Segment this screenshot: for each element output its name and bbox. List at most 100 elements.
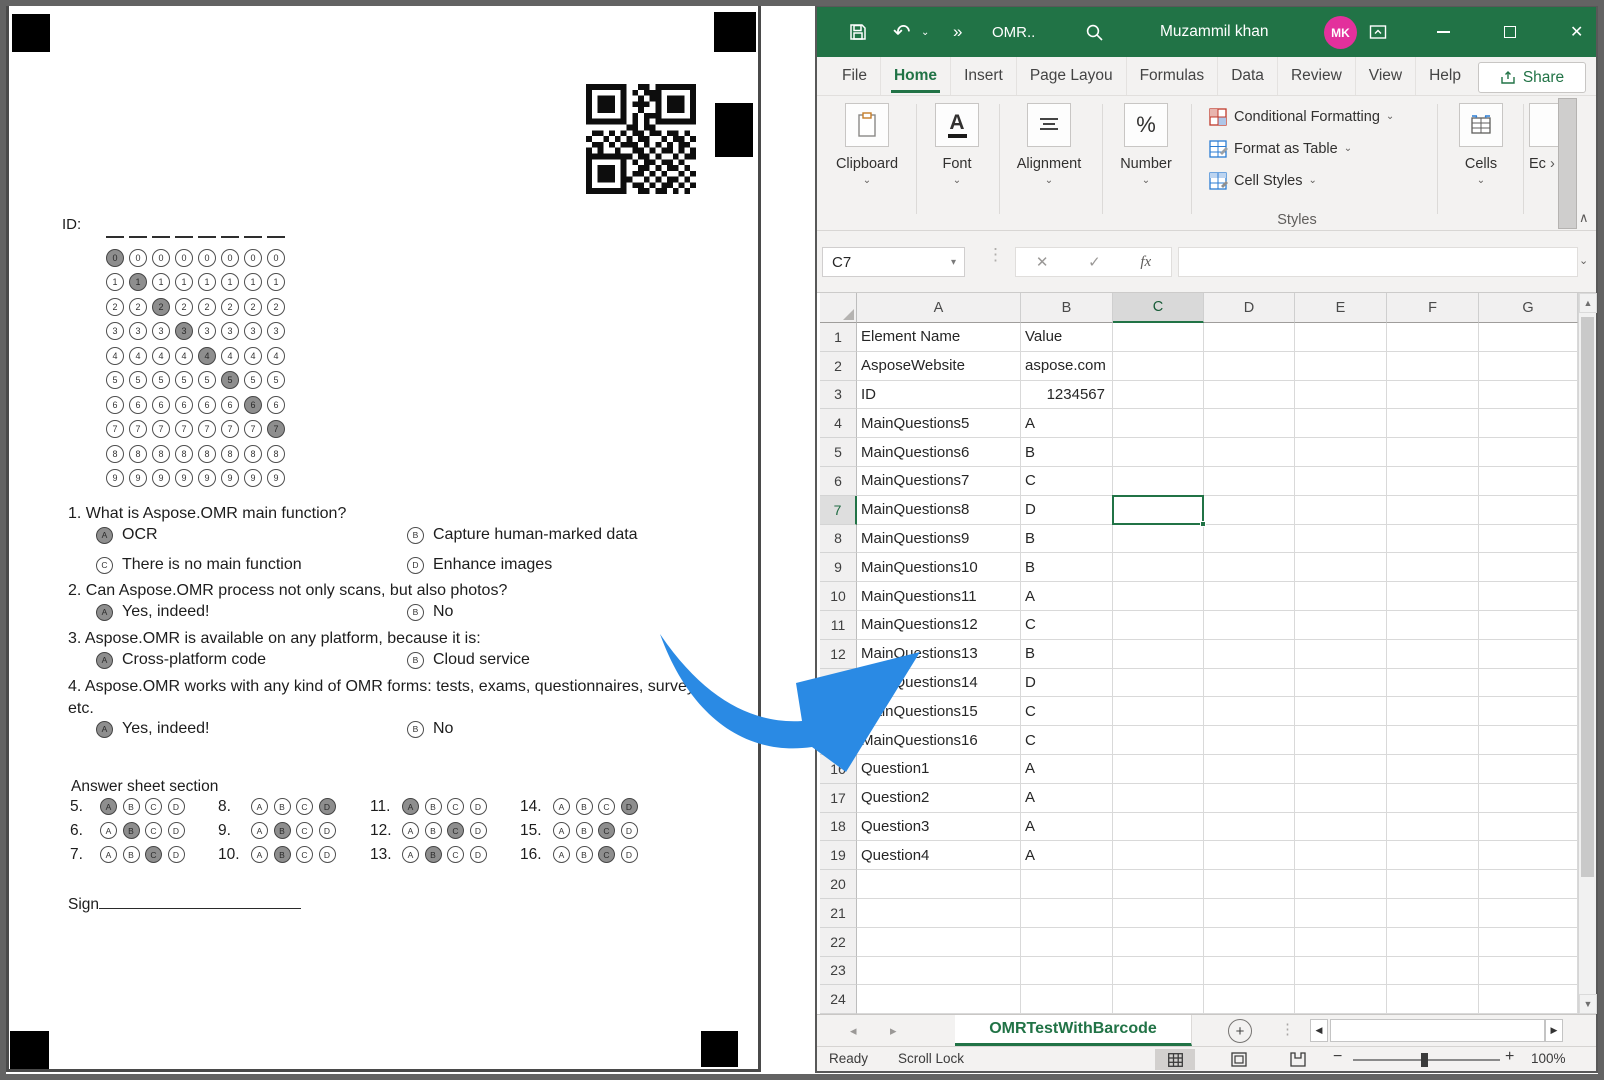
cell-A9[interactable]: MainQuestions10 [857,553,1021,582]
more-commands-icon[interactable]: » [953,7,962,57]
cell-G9[interactable] [1479,553,1578,582]
cell-B3[interactable]: 1234567 [1021,381,1113,410]
cell-B21[interactable] [1021,899,1113,928]
format-as-table-button[interactable]: Format as Table ⌄ [1209,138,1352,160]
cell-F20[interactable] [1387,870,1479,899]
cell-B2[interactable]: aspose.com [1021,352,1113,381]
sheet-tab[interactable]: OMRTestWithBarcode [955,1015,1192,1046]
scroll-down-icon[interactable]: ▼ [1579,994,1597,1014]
cell-C1[interactable] [1113,323,1204,352]
cell-C12[interactable] [1113,640,1204,669]
cell-D7[interactable] [1204,496,1295,525]
cell-A17[interactable]: Question2 [857,784,1021,813]
cell-F5[interactable] [1387,438,1479,467]
cell-F8[interactable] [1387,525,1479,554]
scroll-up-icon[interactable]: ▲ [1579,293,1597,313]
cell-C9[interactable] [1113,553,1204,582]
sheet-nav-right-icon[interactable]: ▸ [890,1023,897,1039]
column-header-E[interactable]: E [1295,293,1387,323]
tab-file[interactable]: File [829,57,881,95]
cell-C4[interactable] [1113,409,1204,438]
cell-F21[interactable] [1387,899,1479,928]
cell-G13[interactable] [1479,669,1578,698]
cell-E14[interactable] [1295,697,1387,726]
cell-D20[interactable] [1204,870,1295,899]
row-header-24[interactable]: 24 [820,985,857,1014]
row-header-1[interactable]: 1 [820,323,857,352]
conditional-formatting-button[interactable]: Conditional Formatting ⌄ [1209,106,1394,128]
cell-A18[interactable]: Question3 [857,813,1021,842]
name-box-dropdown-icon[interactable]: ▾ [951,257,956,268]
cell-C17[interactable] [1113,784,1204,813]
cell-A21[interactable] [857,899,1021,928]
cell-C18[interactable] [1113,813,1204,842]
cell-B23[interactable] [1021,957,1113,986]
cell-C5[interactable] [1113,438,1204,467]
row-header-18[interactable]: 18 [820,813,857,842]
cell-G1[interactable] [1479,323,1578,352]
row-header-21[interactable]: 21 [820,899,857,928]
cell-G3[interactable] [1479,381,1578,410]
cell-F12[interactable] [1387,640,1479,669]
sheet-nav-left-icon[interactable]: ◂ [850,1023,857,1039]
cell-B6[interactable]: C [1021,467,1113,496]
cell-G11[interactable] [1479,611,1578,640]
tab-home[interactable]: Home [881,57,951,95]
cell-E24[interactable] [1295,985,1387,1014]
cell-A10[interactable]: MainQuestions11 [857,582,1021,611]
cell-G14[interactable] [1479,697,1578,726]
cell-E1[interactable] [1295,323,1387,352]
cell-B14[interactable]: C [1021,697,1113,726]
cell-B5[interactable]: B [1021,438,1113,467]
cell-A12[interactable]: MainQuestions13 [857,640,1021,669]
cell-D23[interactable] [1204,957,1295,986]
cell-E8[interactable] [1295,525,1387,554]
cell-C16[interactable] [1113,755,1204,784]
cell-D6[interactable] [1204,467,1295,496]
save-icon[interactable] [848,7,868,57]
cell-F7[interactable] [1387,496,1479,525]
cell-B9[interactable]: B [1021,553,1113,582]
add-sheet-button[interactable]: + [1228,1019,1252,1043]
cell-F23[interactable] [1387,957,1479,986]
row-header-10[interactable]: 10 [820,582,857,611]
cell-D11[interactable] [1204,611,1295,640]
cell-A7[interactable]: MainQuestions8 [857,496,1021,525]
cell-B24[interactable] [1021,985,1113,1014]
cell-E4[interactable] [1295,409,1387,438]
formula-bar-handle[interactable]: ⋮ [987,245,1002,265]
cell-E23[interactable] [1295,957,1387,986]
cell-E7[interactable] [1295,496,1387,525]
number-button[interactable]: % Number ⌄ [1110,103,1182,186]
cell-G17[interactable] [1479,784,1578,813]
cell-B7[interactable]: D [1021,496,1113,525]
row-header-14[interactable]: 14 [820,697,857,726]
cell-B8[interactable]: B [1021,525,1113,554]
cell-A22[interactable] [857,928,1021,957]
cell-F15[interactable] [1387,726,1479,755]
cell-B1[interactable]: Value [1021,323,1113,352]
horizontal-scrollbar[interactable] [1330,1019,1545,1042]
cell-F1[interactable] [1387,323,1479,352]
cell-F18[interactable] [1387,813,1479,842]
cell-G2[interactable] [1479,352,1578,381]
ribbon-scrollbar[interactable] [1558,98,1577,229]
zoom-in-icon[interactable]: + [1505,1048,1514,1066]
zoom-out-icon[interactable]: − [1333,1048,1342,1066]
clipboard-button[interactable]: Clipboard ⌄ [831,103,903,186]
cell-E13[interactable] [1295,669,1387,698]
cell-F2[interactable] [1387,352,1479,381]
cell-G5[interactable] [1479,438,1578,467]
cell-C11[interactable] [1113,611,1204,640]
cell-D13[interactable] [1204,669,1295,698]
cell-E11[interactable] [1295,611,1387,640]
cell-E5[interactable] [1295,438,1387,467]
cell-A8[interactable]: MainQuestions9 [857,525,1021,554]
cell-E6[interactable] [1295,467,1387,496]
row-header-4[interactable]: 4 [820,409,857,438]
cell-D2[interactable] [1204,352,1295,381]
cell-B10[interactable]: A [1021,582,1113,611]
cancel-icon[interactable]: ✕ [1036,253,1049,271]
tab-help[interactable]: Help [1416,57,1474,95]
cell-F6[interactable] [1387,467,1479,496]
